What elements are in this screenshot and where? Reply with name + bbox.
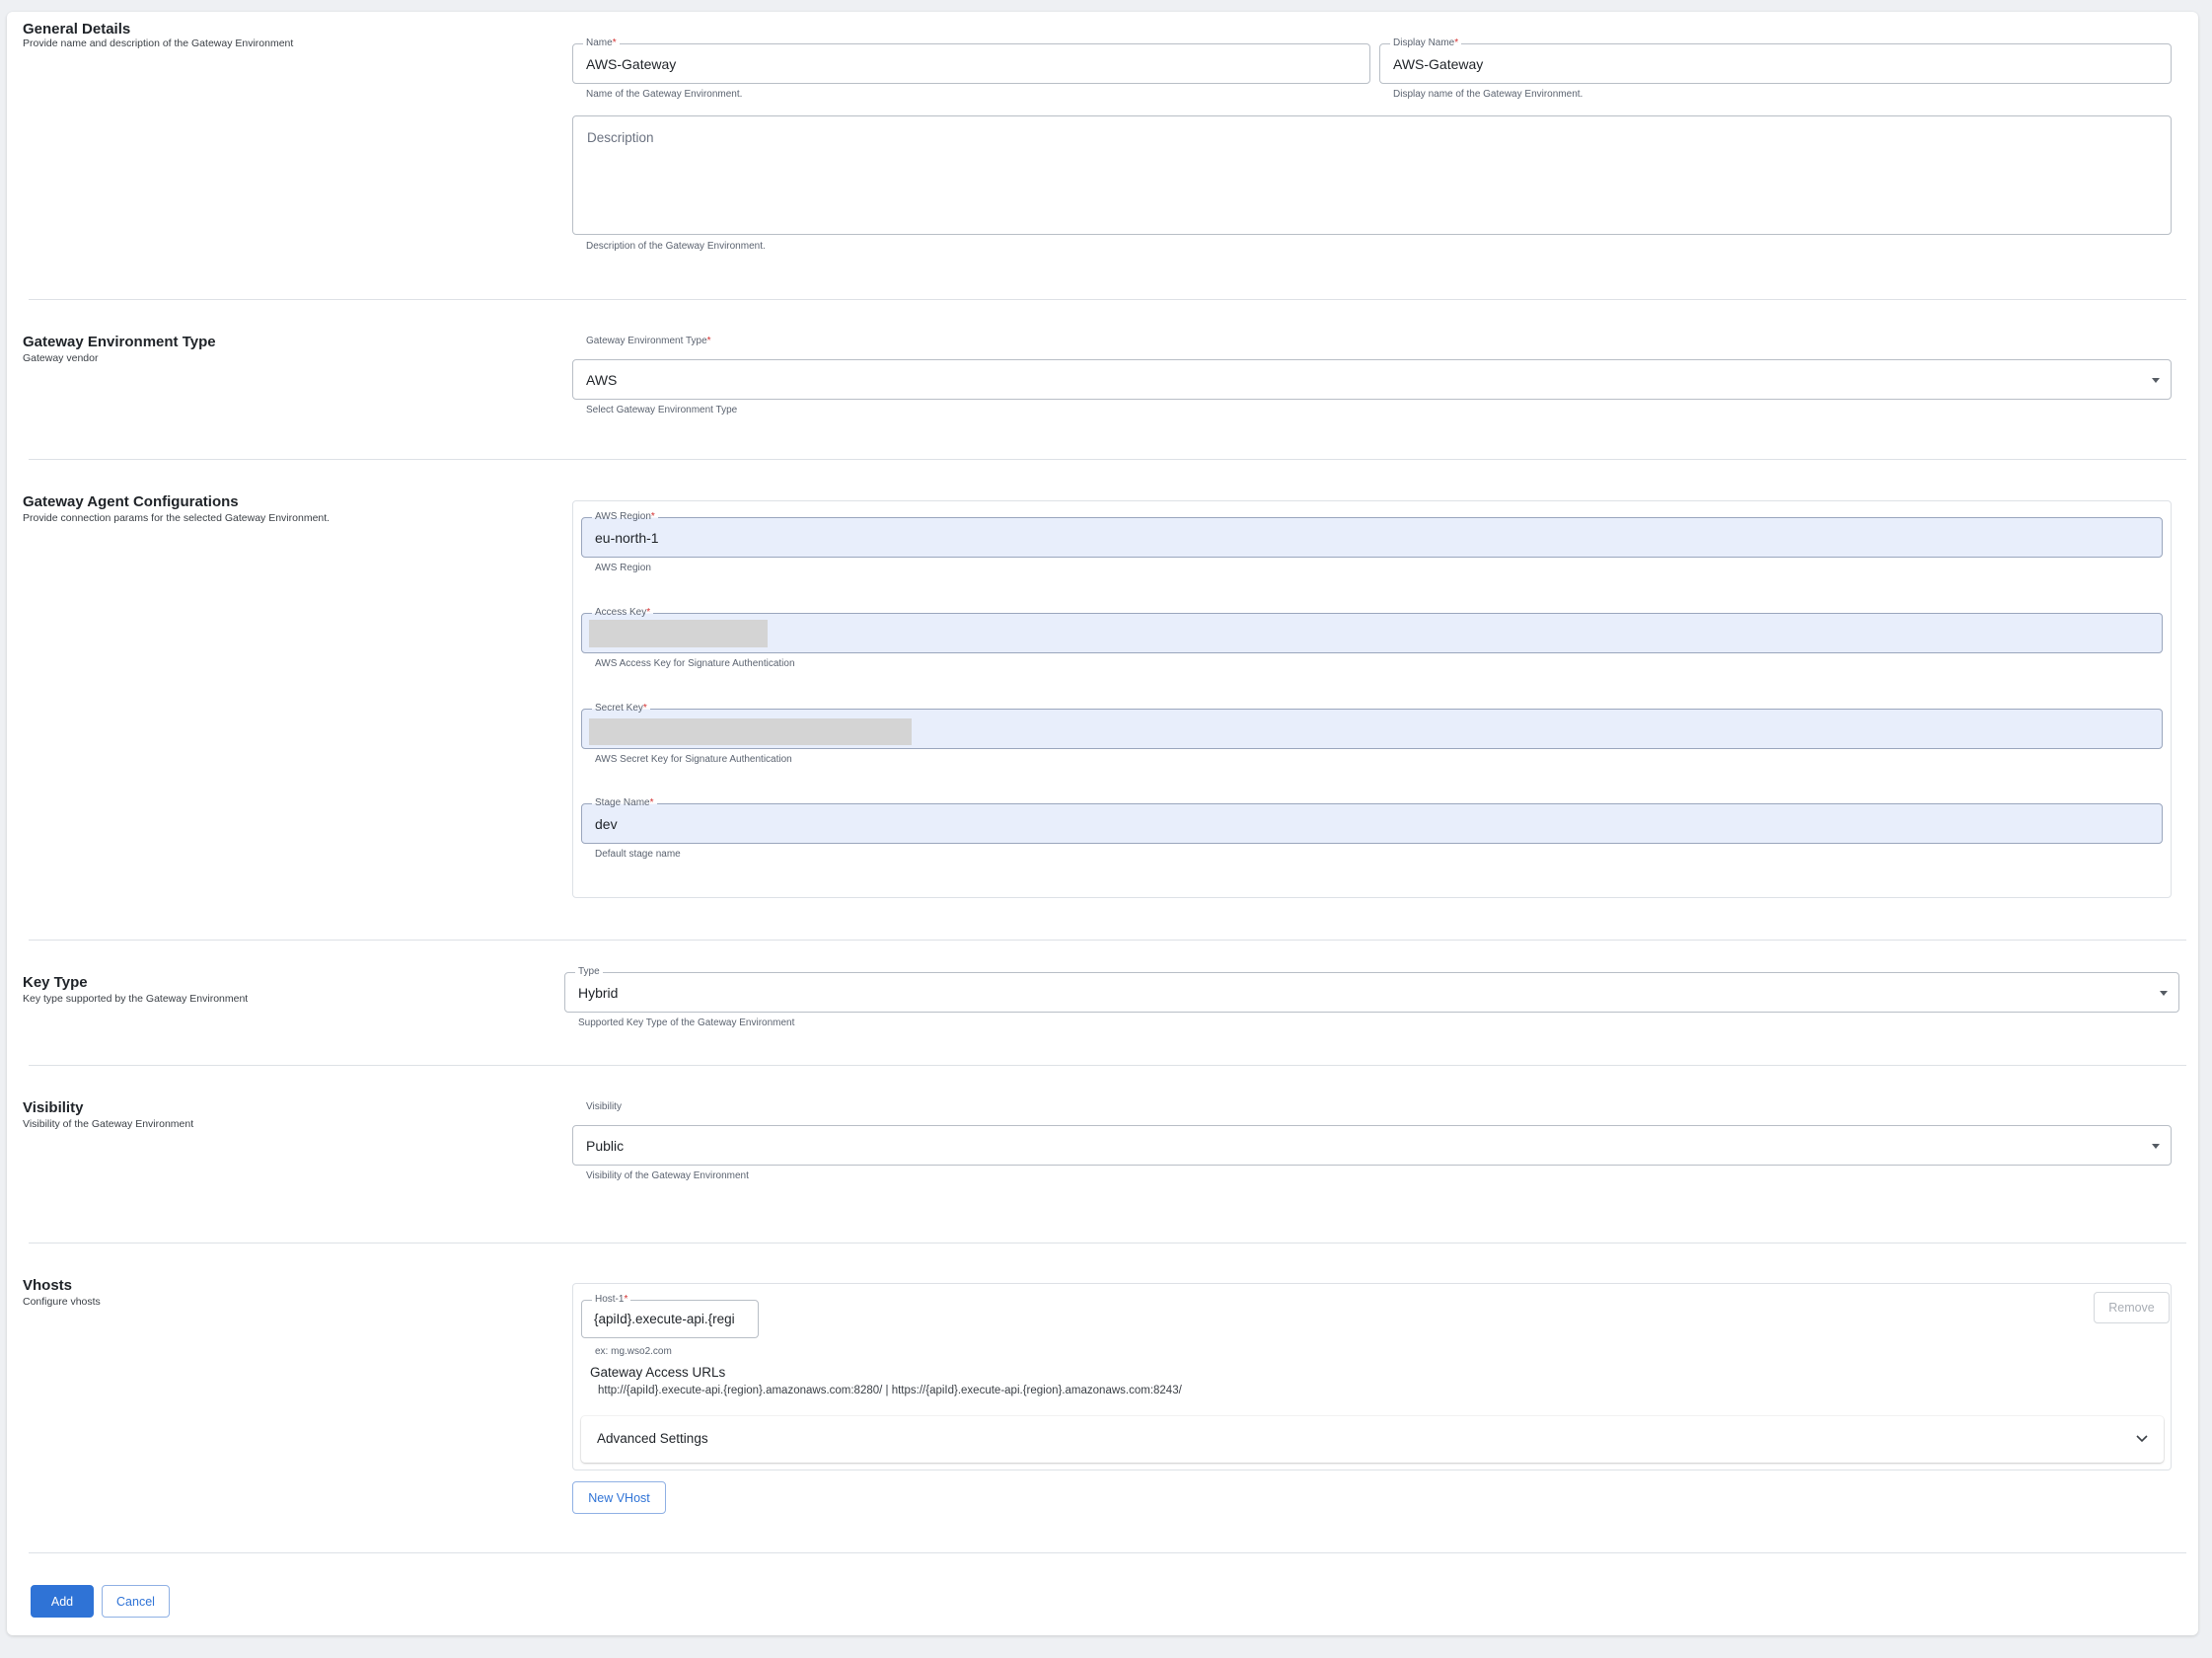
gateway-environment-form: General Details Provide name and descrip… (7, 12, 2198, 1635)
divider (29, 299, 2186, 300)
description-help: Description of the Gateway Environment. (586, 241, 766, 252)
key-type-help: Supported Key Type of the Gateway Enviro… (578, 1017, 795, 1028)
env-type-help: Select Gateway Environment Type (586, 405, 738, 415)
host-1-label: Host-1* (592, 1294, 631, 1306)
gateway-access-urls-title: Gateway Access URLs (590, 1365, 726, 1380)
stage-name-help: Default stage name (595, 849, 681, 860)
description-placeholder: Description (587, 130, 654, 145)
cancel-button[interactable]: Cancel (102, 1585, 170, 1618)
divider (29, 1552, 2186, 1553)
caret-down-icon (2152, 1144, 2160, 1149)
visibility-desc: Visibility of the Gateway Environment (23, 1118, 194, 1130)
secret-key-masked-value[interactable] (589, 718, 912, 745)
key-type-select[interactable]: Type Hybrid (564, 966, 2179, 1013)
key-type-title: Key Type (23, 974, 88, 991)
stage-name-value[interactable]: dev (595, 816, 618, 832)
visibility-select[interactable]: Public (572, 1125, 2172, 1166)
stage-name-field[interactable]: Stage Name* dev (581, 797, 2163, 844)
key-type-desc: Key type supported by the Gateway Enviro… (23, 993, 249, 1005)
secret-key-field[interactable]: Secret Key* (581, 703, 2163, 749)
agent-config-desc: Provide connection params for the select… (23, 512, 331, 524)
vhosts-title: Vhosts (23, 1277, 73, 1294)
secret-key-help: AWS Secret Key for Signature Authenticat… (595, 754, 792, 765)
advanced-settings-accordion[interactable]: Advanced Settings (581, 1416, 2164, 1463)
divider (29, 1243, 2186, 1244)
stage-name-label: Stage Name* (592, 797, 657, 809)
access-key-help: AWS Access Key for Signature Authenticat… (595, 658, 795, 669)
general-details-title: General Details (23, 21, 131, 38)
env-type-title: Gateway Environment Type (23, 334, 216, 350)
host-1-value[interactable]: {apiId}.execute-api.{regi (594, 1312, 735, 1326)
agent-config-title: Gateway Agent Configurations (23, 493, 239, 510)
aws-region-field[interactable]: AWS Region* eu-north-1 (581, 511, 2163, 558)
chevron-down-icon (2136, 1435, 2148, 1443)
name-field[interactable]: Name* AWS-Gateway (572, 38, 1370, 84)
env-type-value: AWS (586, 372, 618, 388)
gateway-access-urls: http://{apiId}.execute-api.{region}.amaz… (598, 1385, 1182, 1396)
access-key-masked-value[interactable] (589, 620, 768, 647)
aws-region-value[interactable]: eu-north-1 (595, 530, 659, 546)
key-type-label: Type (575, 966, 603, 978)
caret-down-icon (2152, 378, 2160, 383)
divider (29, 940, 2186, 941)
advanced-settings-label: Advanced Settings (597, 1431, 708, 1446)
aws-region-help: AWS Region (595, 563, 651, 573)
display-name-field[interactable]: Display Name* AWS-Gateway (1379, 38, 2172, 84)
remove-vhost-button[interactable]: Remove (2094, 1292, 2170, 1323)
access-key-label: Access Key* (592, 607, 654, 619)
host-1-help: ex: mg.wso2.com (595, 1346, 672, 1357)
visibility-help: Visibility of the Gateway Environment (586, 1170, 749, 1181)
name-label: Name* (583, 38, 620, 49)
new-vhost-button[interactable]: New VHost (572, 1481, 666, 1514)
env-type-select[interactable]: AWS (572, 359, 2172, 400)
visibility-title: Visibility (23, 1099, 84, 1116)
visibility-label: Visibility (586, 1101, 622, 1112)
vhosts-desc: Configure vhosts (23, 1296, 101, 1308)
visibility-value: Public (586, 1138, 625, 1154)
vhost-panel: Host-1* {apiId}.execute-api.{regi ex: mg… (572, 1283, 2172, 1470)
general-details-desc: Provide name and description of the Gate… (23, 38, 294, 49)
caret-down-icon (2160, 991, 2168, 996)
secret-key-label: Secret Key* (592, 703, 650, 715)
display-name-help: Display name of the Gateway Environment. (1393, 89, 1584, 100)
name-value[interactable]: AWS-Gateway (586, 56, 676, 72)
aws-region-label: AWS Region* (592, 511, 658, 523)
env-type-label: Gateway Environment Type* (586, 336, 711, 346)
display-name-value[interactable]: AWS-Gateway (1393, 56, 1483, 72)
description-field[interactable]: Description (572, 115, 2172, 235)
display-name-label: Display Name* (1390, 38, 1462, 49)
host-1-field[interactable]: Host-1* {apiId}.execute-api.{regi (581, 1294, 759, 1338)
name-help: Name of the Gateway Environment. (586, 89, 743, 100)
env-type-desc: Gateway vendor (23, 352, 99, 364)
access-key-field[interactable]: Access Key* (581, 607, 2163, 653)
divider (29, 1065, 2186, 1066)
add-button[interactable]: Add (31, 1585, 94, 1618)
key-type-value: Hybrid (578, 985, 619, 1001)
divider (29, 459, 2186, 460)
agent-config-panel: AWS Region* eu-north-1 AWS Region Access… (572, 500, 2172, 898)
